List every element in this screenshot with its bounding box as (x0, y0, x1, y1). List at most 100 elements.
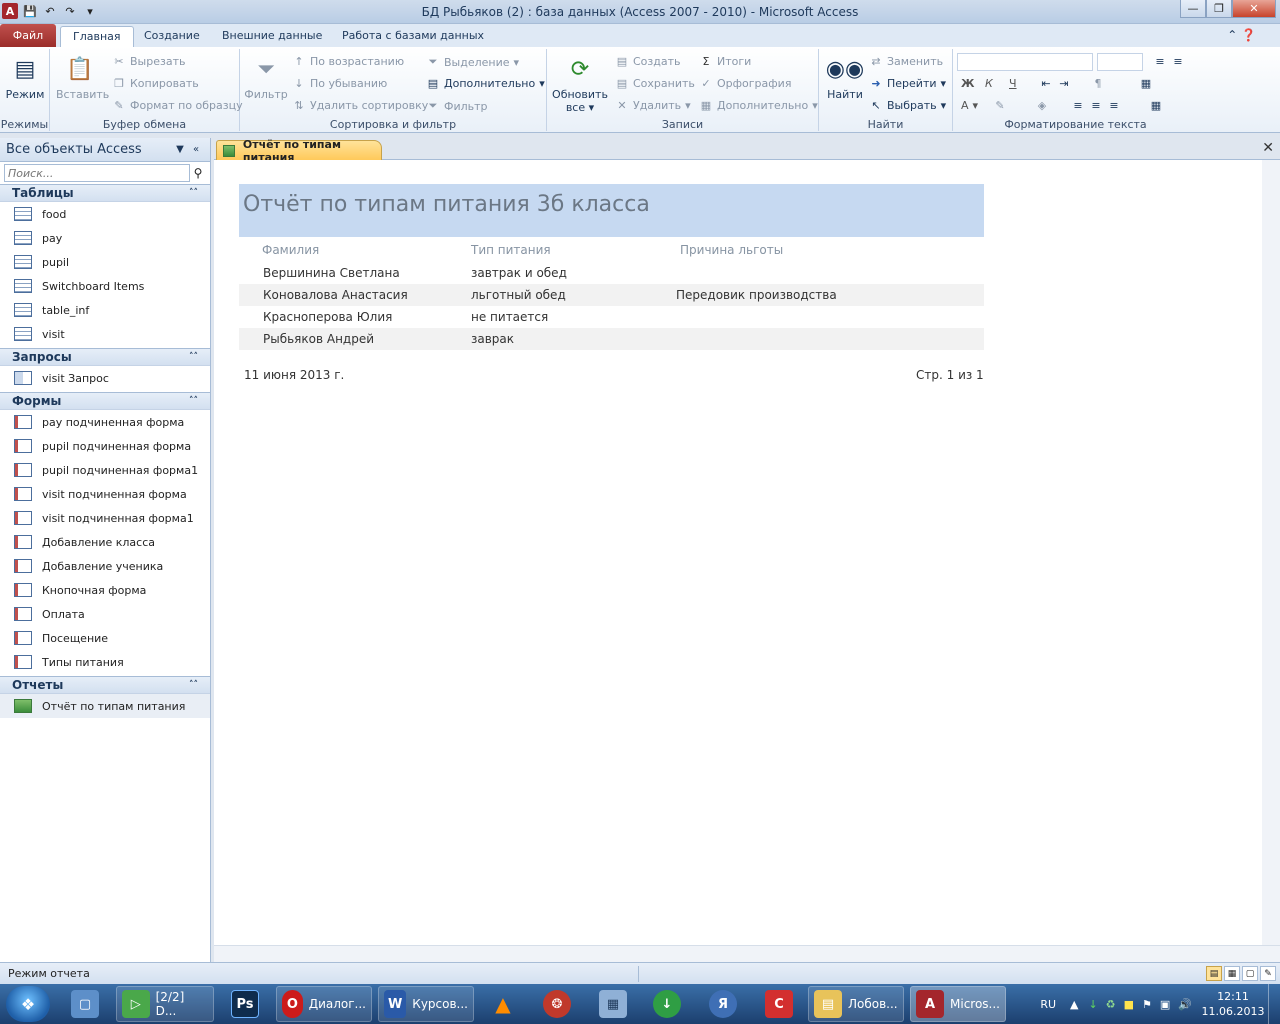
nav-item[interactable]: pay подчиненная форма (0, 410, 210, 434)
nav-item[interactable]: Оплата (0, 602, 210, 626)
view-mode-button[interactable]: ▤ Режим (5, 53, 45, 102)
language-indicator[interactable]: RU (1040, 998, 1056, 1011)
print-preview-button[interactable]: ▦ (1224, 966, 1240, 981)
tab-report-meal-types[interactable]: Отчёт по типам питания (216, 138, 382, 164)
taskbar-app-calculator[interactable]: ▦ (594, 986, 632, 1022)
tab-create[interactable]: Создание (132, 26, 212, 47)
tray-monitor-icon[interactable]: ▣ (1160, 998, 1170, 1011)
delete-record-button[interactable]: ✕ Удалить ▾ (615, 99, 690, 112)
nav-section-reports[interactable]: Отчеты ˄˄ (0, 676, 210, 694)
fill-color-button[interactable]: ◈ (1035, 99, 1049, 112)
bold-button[interactable]: Ж (961, 77, 974, 90)
nav-section-queries[interactable]: Запросы ˄˄ (0, 348, 210, 366)
save-record-button[interactable]: ▤ Сохранить (615, 77, 695, 90)
taskbar-item-access[interactable]: A Micros... (910, 986, 1006, 1022)
nav-search-input[interactable] (4, 164, 190, 182)
underline-button[interactable]: Ч (1009, 77, 1017, 90)
select-button[interactable]: ↖ Выбрать ▾ (869, 99, 946, 112)
tray-note-icon[interactable]: ■ (1124, 998, 1134, 1011)
nav-item[interactable]: pupil (0, 250, 210, 274)
taskbar-item-folder[interactable]: ▤ Лобов... (808, 986, 904, 1022)
nav-item[interactable]: visit Запрос (0, 366, 210, 390)
nav-item[interactable]: pupil подчиненная форма (0, 434, 210, 458)
font-color-button[interactable]: А ▾ (961, 99, 978, 112)
taskbar-item-opera[interactable]: O Диалог... (276, 986, 372, 1022)
taskbar-app-wheel[interactable]: ❂ (538, 986, 576, 1022)
report-view-button[interactable]: ▤ (1206, 966, 1222, 981)
taskbar-app-download[interactable]: ↓ (648, 986, 686, 1022)
collapse-pane-icon[interactable]: « (188, 144, 204, 155)
totals-button[interactable]: Σ Итоги (699, 55, 752, 68)
spelling-button[interactable]: ✓ Орфография (699, 77, 791, 90)
paragraph-direction-button[interactable]: ¶ (1091, 77, 1105, 90)
nav-item[interactable]: Добавление класса (0, 530, 210, 554)
nav-item[interactable]: Добавление ученика (0, 554, 210, 578)
taskbar-item-dialog-player[interactable]: ▷ [2/2] D... (116, 986, 214, 1022)
font-name-select[interactable] (957, 53, 1093, 71)
nav-item[interactable]: Отчёт по типам питания (0, 694, 210, 718)
copy-button[interactable]: ❐ Копировать (112, 77, 199, 90)
paste-button[interactable]: 📋 Вставить (56, 53, 109, 102)
alternate-row-color-button[interactable]: ▦ (1149, 99, 1163, 112)
highlight-button[interactable]: ✎ (993, 99, 1007, 112)
vertical-scrollbar[interactable] (1262, 160, 1280, 945)
nav-section-forms[interactable]: Формы ˄˄ (0, 392, 210, 410)
nav-item[interactable]: food (0, 202, 210, 226)
taskbar-app-yandex[interactable]: Я (704, 986, 742, 1022)
tray-arrow-icon[interactable]: ↓ (1089, 998, 1098, 1011)
taskbar-app-photoshop[interactable]: Ps (226, 986, 264, 1022)
nav-item[interactable]: table_inf (0, 298, 210, 322)
collapse-section-icon[interactable]: ˄˄ (189, 396, 198, 406)
gridlines-button[interactable]: ▦ (1139, 77, 1153, 90)
tray-flag-icon[interactable]: ⚑ (1142, 998, 1152, 1011)
taskbar-app-cube[interactable]: ▢ (66, 986, 104, 1022)
italic-button[interactable]: К (985, 77, 993, 90)
refresh-all-button[interactable]: ⟳ Обновить все ▾ (551, 53, 609, 115)
close-document-icon[interactable]: ✕ (1262, 140, 1274, 156)
sort-descending-button[interactable]: ↓ По убыванию (292, 77, 387, 90)
show-desktop-button[interactable] (1268, 984, 1280, 1024)
nav-item[interactable]: visit подчиненная форма1 (0, 506, 210, 530)
nav-item[interactable]: pupil подчиненная форма1 (0, 458, 210, 482)
font-size-select[interactable] (1097, 53, 1143, 71)
minimize-button[interactable]: — (1180, 0, 1206, 18)
advanced-filter-button[interactable]: ▤ Дополнительно ▾ (426, 77, 545, 90)
clock[interactable]: 12:11 11.06.2013 (1198, 989, 1268, 1019)
nav-item[interactable]: visit подчиненная форма (0, 482, 210, 506)
find-button[interactable]: ◉◉ Найти (825, 53, 865, 102)
tray-network-status-icon[interactable]: ♻ (1106, 998, 1116, 1011)
nav-item[interactable]: Switchboard Items (0, 274, 210, 298)
taskbar-app-red[interactable]: C (760, 986, 798, 1022)
nav-item[interactable]: Посещение (0, 626, 210, 650)
taskbar-app-vlc[interactable]: ▲ (484, 986, 522, 1022)
nav-item[interactable]: visit (0, 322, 210, 346)
toggle-filter-button[interactable]: ⏷ Фильтр (426, 99, 488, 113)
tab-home[interactable]: Главная (60, 26, 134, 47)
show-hidden-icons-icon[interactable]: ▲ (1070, 998, 1078, 1011)
align-buttons[interactable]: ≡ ≡ ≡ (1071, 99, 1121, 112)
layout-view-button[interactable]: ▢ (1242, 966, 1258, 981)
more-records-button[interactable]: ▦ Дополнительно ▾ (699, 99, 818, 112)
restore-button[interactable]: ❐ (1206, 0, 1232, 18)
format-painter-button[interactable]: ✎ Формат по образцу (112, 99, 242, 112)
nav-menu-icon[interactable]: ▼ (172, 144, 188, 155)
nav-pane-header[interactable]: Все объекты Access ▼ « (0, 138, 210, 162)
collapse-section-icon[interactable]: ˄˄ (189, 188, 198, 198)
nav-item[interactable]: Кнопочная форма (0, 578, 210, 602)
replace-button[interactable]: ⇄ Заменить (869, 55, 943, 68)
filter-button[interactable]: ⏷ Фильтр (244, 53, 288, 102)
goto-button[interactable]: ➜ Перейти ▾ (869, 77, 946, 90)
nav-section-tables[interactable]: Таблицы ˄˄ (0, 184, 210, 202)
remove-sort-button[interactable]: ⇅ Удалить сортировку (292, 99, 428, 112)
collapse-section-icon[interactable]: ˄˄ (189, 352, 198, 362)
new-record-button[interactable]: ▤ Создать (615, 55, 681, 68)
selection-button[interactable]: ⏷ Выделение ▾ (426, 55, 519, 69)
design-view-button[interactable]: ✎ (1260, 966, 1276, 981)
tab-file[interactable]: Файл (0, 24, 56, 47)
volume-icon[interactable]: 🔊 (1178, 998, 1192, 1011)
help-icon[interactable]: ⌃ ❓ (1227, 28, 1256, 42)
close-window-button[interactable]: ✕ (1232, 0, 1276, 18)
taskbar-item-word[interactable]: W Курсов... (378, 986, 474, 1022)
search-icon[interactable]: ⚲ (190, 166, 206, 180)
list-buttons[interactable]: ≡ ≡ (1153, 55, 1185, 68)
